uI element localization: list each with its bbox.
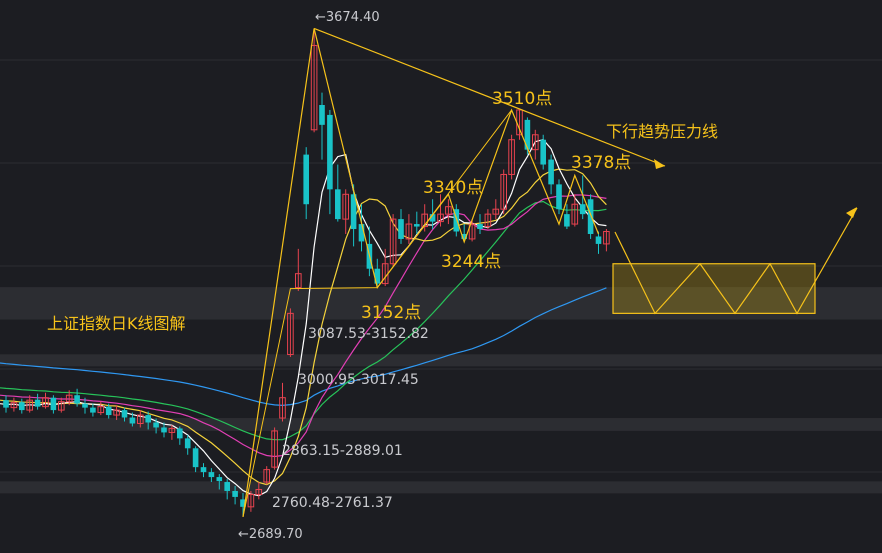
candle-body-down bbox=[34, 399, 41, 407]
projection-arrow-head bbox=[846, 207, 857, 218]
downtrend-arrow-head bbox=[654, 159, 665, 169]
candle-body-down bbox=[524, 119, 531, 150]
candle-body-down bbox=[327, 114, 333, 190]
gap-label-2: 3000.95-3017.45 bbox=[298, 372, 419, 388]
candle-body-down bbox=[145, 415, 151, 423]
chart-title: 上证指数日K线图解 bbox=[47, 314, 186, 333]
point-label-3340: 3340点 bbox=[423, 178, 483, 198]
candle-body-down bbox=[3, 400, 9, 408]
candle-body-down bbox=[177, 428, 183, 439]
candle-body-down bbox=[161, 427, 167, 433]
candle-body-down bbox=[121, 410, 128, 418]
point-label-3152: 3152点 bbox=[361, 303, 421, 323]
candle-body-down bbox=[548, 159, 554, 185]
candle-body-down bbox=[414, 224, 420, 227]
point-label-3378: 3378点 bbox=[571, 153, 631, 173]
candle-body-down bbox=[216, 477, 223, 482]
candle-body-down bbox=[540, 139, 546, 165]
candle-body-down bbox=[224, 482, 230, 491]
high-label: ←3674.40 bbox=[315, 10, 380, 25]
candle-body-down bbox=[232, 490, 238, 497]
candle-body-down bbox=[398, 219, 404, 239]
trend-line-label: 下行趋势压力线 bbox=[606, 122, 718, 141]
candle-body-down bbox=[579, 204, 586, 215]
candle-body-down bbox=[556, 184, 562, 210]
candle-body-down bbox=[184, 438, 191, 449]
point-label-3244: 3244点 bbox=[441, 252, 501, 272]
candle-body-down bbox=[74, 395, 80, 404]
chart-canvas: 上证指数日K线图解 ←3674.40 ←2689.70 3087.53-3152… bbox=[0, 0, 882, 553]
candle-body-down bbox=[477, 224, 483, 230]
candle-body-down bbox=[19, 402, 25, 411]
gap-label-1: 3087.53-3152.82 bbox=[308, 326, 429, 342]
candle-body-down bbox=[50, 397, 57, 411]
point-label-3510: 3510点 bbox=[492, 89, 552, 109]
candle-body-down bbox=[303, 154, 309, 205]
candle-body-down bbox=[192, 448, 199, 468]
candle-body-down bbox=[587, 199, 594, 234]
downtrend-pressure-line bbox=[313, 27, 666, 167]
candle-body-down bbox=[105, 406, 112, 416]
gap-band-1 bbox=[0, 354, 882, 367]
candle-body-down bbox=[335, 189, 341, 220]
low-label: ←2689.70 bbox=[238, 527, 303, 542]
candle-body-down bbox=[82, 403, 88, 408]
candle-body-down bbox=[200, 467, 207, 473]
candle-body-down bbox=[129, 417, 136, 424]
candle-body-down bbox=[208, 472, 215, 478]
candle-body-down bbox=[90, 407, 96, 413]
gap-label-4: 2760.48-2761.37 bbox=[272, 495, 393, 511]
kline-chart: 上证指数日K线图解 ←3674.40 ←2689.70 3087.53-3152… bbox=[0, 10, 882, 542]
gap-band-3 bbox=[0, 481, 882, 494]
gap-label-3: 2863.15-2889.01 bbox=[282, 443, 403, 459]
candle-body-down bbox=[319, 104, 325, 125]
candle-body-down bbox=[595, 236, 602, 244]
candle-body-down bbox=[153, 422, 159, 428]
candle-body-down bbox=[564, 214, 570, 227]
